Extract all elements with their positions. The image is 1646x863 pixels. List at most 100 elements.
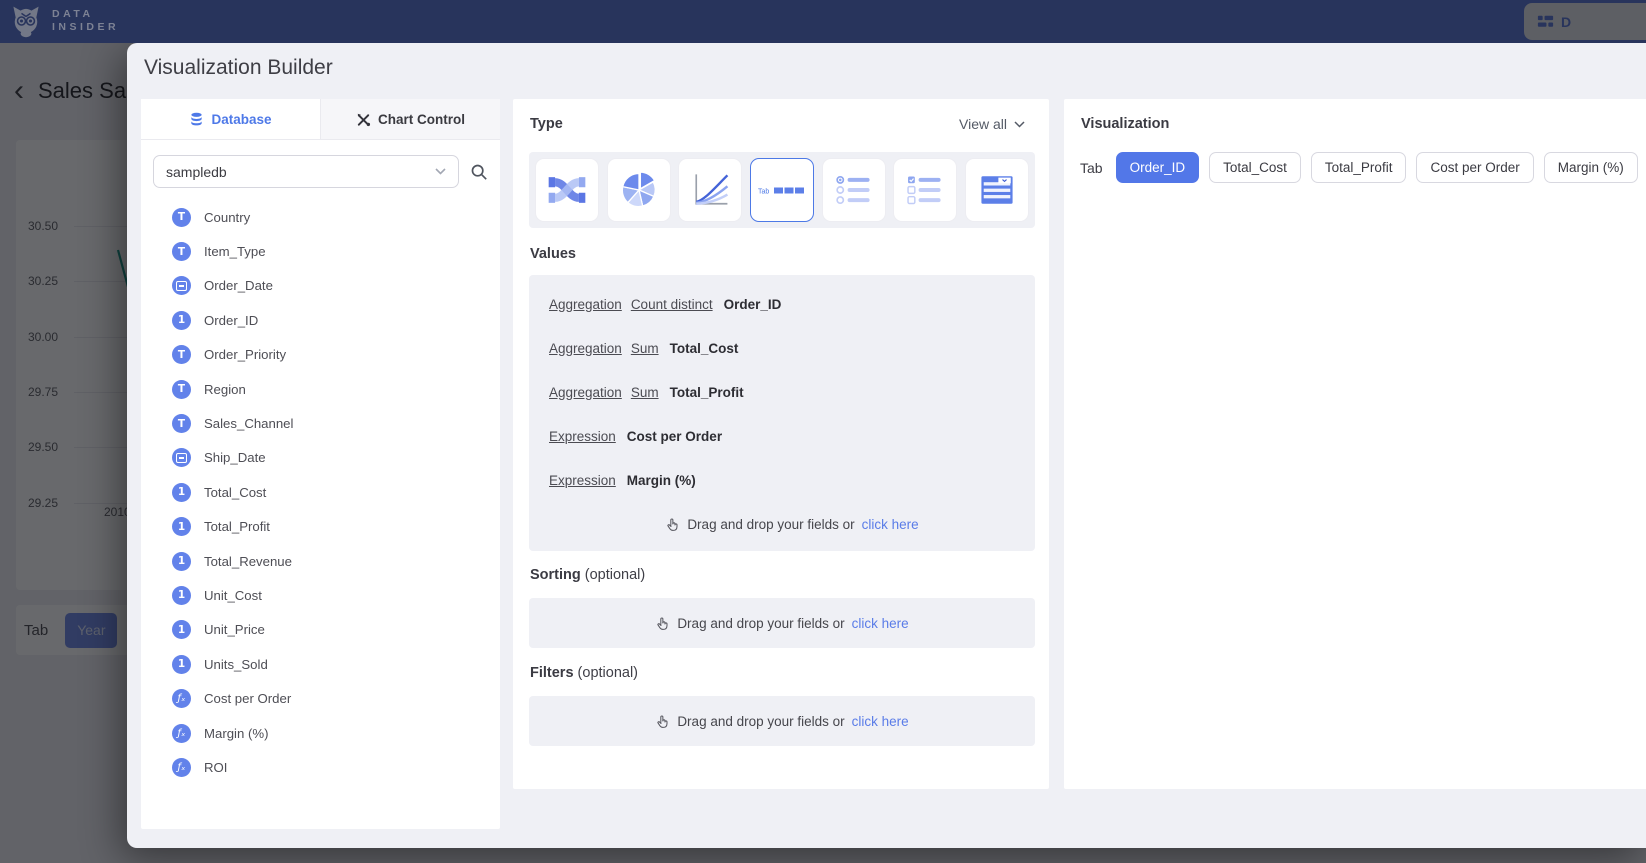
- field-label: Units_Sold: [204, 657, 268, 672]
- field-item[interactable]: 1Unit_Cost: [141, 578, 500, 612]
- value-row: Expression Cost per Order: [549, 414, 1035, 458]
- viz-tab-total-profit[interactable]: Total_Profit: [1311, 152, 1407, 183]
- text-type-icon: T: [172, 345, 191, 364]
- viz-tab-margin[interactable]: Margin (%): [1544, 152, 1638, 183]
- brand-text: DATA INSIDER: [52, 8, 119, 34]
- field-item[interactable]: Order_Date: [141, 269, 500, 303]
- viz-tab-cost-per-order[interactable]: Cost per Order: [1416, 152, 1533, 183]
- field-label: Country: [204, 210, 250, 225]
- svg-text:Tab: Tab: [758, 188, 769, 195]
- aggregation-function-link[interactable]: Sum: [631, 341, 659, 356]
- visualization-builder-modal: Visualization Builder Database: [127, 43, 1646, 848]
- number-type-icon: 1: [172, 552, 191, 571]
- drop-hint-text: Drag and drop your fields or: [677, 616, 844, 631]
- sorting-section-title: Sorting (optional): [530, 567, 645, 583]
- field-item[interactable]: ƒₓMargin (%): [141, 716, 500, 750]
- filters-section-title: Filters (optional): [530, 665, 638, 681]
- type-sankey[interactable]: [535, 158, 599, 222]
- field-item[interactable]: 1Unit_Price: [141, 613, 500, 647]
- field-label: Total_Cost: [204, 485, 266, 500]
- text-type-icon: T: [172, 242, 191, 261]
- field-label: Total_Revenue: [204, 554, 292, 569]
- field-label: Item_Type: [204, 244, 266, 259]
- aggregation-link[interactable]: Aggregation: [549, 297, 622, 312]
- tools-icon: [356, 112, 371, 127]
- field-label: Unit_Price: [204, 622, 265, 637]
- viz-tab-label: Tab: [1080, 160, 1103, 176]
- view-all-button[interactable]: View all: [959, 116, 1025, 132]
- top-navbar: DATA INSIDER D: [0, 0, 1646, 43]
- modal-title: Visualization Builder: [144, 56, 333, 80]
- values-section-title: Values: [530, 246, 576, 262]
- field-item[interactable]: TRegion: [141, 372, 500, 406]
- field-item[interactable]: T Country: [141, 200, 500, 234]
- field-label: Sales_Channel: [204, 416, 293, 431]
- field-item[interactable]: ƒₓROI: [141, 750, 500, 784]
- brand[interactable]: DATA INSIDER: [8, 3, 119, 39]
- field-item[interactable]: ƒₓCost per Order: [141, 681, 500, 715]
- sankey-icon: [545, 168, 589, 212]
- field-item[interactable]: Ship_Date: [141, 441, 500, 475]
- drag-hand-icon: [665, 517, 680, 532]
- field-item[interactable]: TSales_Channel: [141, 406, 500, 440]
- click-here-link[interactable]: click here: [852, 616, 909, 631]
- date-type-icon: [172, 448, 191, 467]
- dashboard-view-button[interactable]: D: [1524, 3, 1646, 40]
- click-here-link[interactable]: click here: [852, 714, 909, 729]
- text-type-icon: T: [172, 380, 191, 399]
- value-field-name: Margin (%): [627, 473, 696, 488]
- value-field-name: Cost per Order: [627, 429, 722, 444]
- type-check-list[interactable]: [893, 158, 957, 222]
- tab-database[interactable]: Database: [141, 99, 320, 139]
- aggregation-function-link[interactable]: Count distinct: [631, 297, 713, 312]
- search-icon[interactable]: [470, 163, 488, 181]
- tab-icon: Tab: [758, 184, 806, 197]
- drop-hint-text: Drag and drop your fields or: [687, 517, 854, 532]
- view-all-label: View all: [959, 116, 1007, 132]
- aggregation-link[interactable]: Aggregation: [549, 385, 622, 400]
- type-line[interactable]: [678, 158, 742, 222]
- chevron-down-icon: [1014, 121, 1025, 128]
- field-item[interactable]: 1 Total_Revenue: [141, 544, 500, 578]
- value-field-name: Total_Cost: [670, 341, 739, 356]
- builder-panel: Type View all: [513, 99, 1049, 789]
- expression-link[interactable]: Expression: [549, 473, 616, 488]
- viz-tab-total-cost[interactable]: Total_Cost: [1209, 152, 1301, 183]
- datasource-select[interactable]: sampledb: [153, 155, 459, 188]
- field-list: TCountry TItem_Type Order_Date 1Order_ID…: [141, 200, 500, 785]
- type-tab[interactable]: Tab: [750, 158, 814, 222]
- type-radio-list[interactable]: [822, 158, 886, 222]
- viz-tab-order-id[interactable]: Order_ID: [1116, 152, 1200, 183]
- expression-link[interactable]: Expression: [549, 429, 616, 444]
- value-row: Aggregation Sum Total_Cost: [549, 326, 1035, 370]
- database-icon: [189, 112, 204, 127]
- values-dropzone: Aggregation Count distinct Order_ID Aggr…: [529, 275, 1035, 551]
- type-pie[interactable]: [607, 158, 671, 222]
- field-item[interactable]: 1Total_Profit: [141, 510, 500, 544]
- filters-dropzone: Drag and drop your fields or click here: [529, 696, 1035, 746]
- aggregation-link[interactable]: Aggregation: [549, 341, 622, 356]
- value-row: Expression Margin (%): [549, 458, 1035, 502]
- visualization-panel: Visualization Tab Order_ID Total_Cost To…: [1064, 99, 1646, 789]
- dashboard-layout-icon: [1536, 12, 1555, 31]
- field-item[interactable]: T Item_Type: [141, 234, 500, 268]
- type-table[interactable]: [965, 158, 1029, 222]
- field-item[interactable]: 1Order_ID: [141, 303, 500, 337]
- field-item[interactable]: TOrder_Priority: [141, 338, 500, 372]
- text-type-icon: T: [172, 208, 191, 227]
- tab-chart-control[interactable]: Chart Control: [320, 99, 500, 139]
- chart-type-strip: Tab: [529, 152, 1035, 228]
- visualization-tab-row: Tab Order_ID Total_Cost Total_Profit Cos…: [1080, 152, 1638, 183]
- field-item[interactable]: 1Total_Cost: [141, 475, 500, 509]
- chevron-down-icon: [435, 168, 446, 175]
- field-label: Total_Profit: [204, 519, 270, 534]
- aggregation-function-link[interactable]: Sum: [631, 385, 659, 400]
- function-type-icon: ƒₓ: [172, 724, 191, 743]
- click-here-link[interactable]: click here: [862, 517, 919, 532]
- drag-hand-icon: [655, 616, 670, 631]
- database-panel: Database Chart Control sampledb: [141, 99, 500, 829]
- field-label: Order_ID: [204, 313, 258, 328]
- function-type-icon: ƒₓ: [172, 758, 191, 777]
- value-row: Aggregation Sum Total_Profit: [549, 370, 1035, 414]
- field-item[interactable]: 1Units_Sold: [141, 647, 500, 681]
